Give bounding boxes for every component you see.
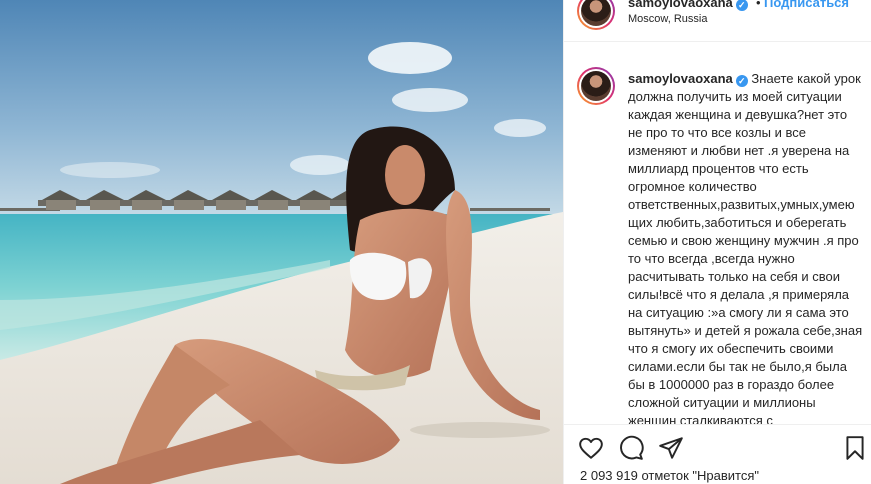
author-username-text[interactable]: samoylovaoxana xyxy=(628,0,733,10)
post-sidebar: samoylovaoxana ✓ • Подписаться Moscow, Ru… xyxy=(563,0,871,484)
post-caption: samoylovaoxana ✓ Знаете какой урок должна… xyxy=(628,70,864,424)
post-photo[interactable] xyxy=(0,0,563,484)
follow-button[interactable]: Подписаться xyxy=(764,0,849,10)
verified-badge-icon: ✓ xyxy=(735,75,748,87)
caption-username[interactable]: samoylovaoxana ✓ xyxy=(628,71,748,87)
caption-text: Знаете какой урок должна получить из мое… xyxy=(628,71,863,424)
heart-icon[interactable] xyxy=(578,435,604,461)
verified-badge-icon: ✓ xyxy=(735,0,748,11)
beach-photo xyxy=(0,0,563,484)
share-icon[interactable] xyxy=(658,435,684,461)
author-username[interactable]: samoylovaoxana ✓ xyxy=(628,0,748,11)
post-header: samoylovaoxana ✓ • Подписаться Moscow, Ru… xyxy=(564,0,871,42)
comments-section[interactable]: samoylovaoxana ✓ Знаете какой урок должна… xyxy=(564,58,871,424)
caption-author-avatar[interactable] xyxy=(577,67,615,105)
author-avatar[interactable] xyxy=(577,0,615,30)
bookmark-icon[interactable] xyxy=(842,435,868,461)
location-link[interactable]: Moscow, Russia xyxy=(628,13,707,25)
caption-username-text[interactable]: samoylovaoxana xyxy=(628,71,733,86)
likes-count[interactable]: 2 093 919 отметок "Нравится" xyxy=(580,468,759,483)
separator-dot: • xyxy=(756,0,761,10)
action-bar xyxy=(564,424,871,464)
comment-icon[interactable] xyxy=(618,435,644,461)
